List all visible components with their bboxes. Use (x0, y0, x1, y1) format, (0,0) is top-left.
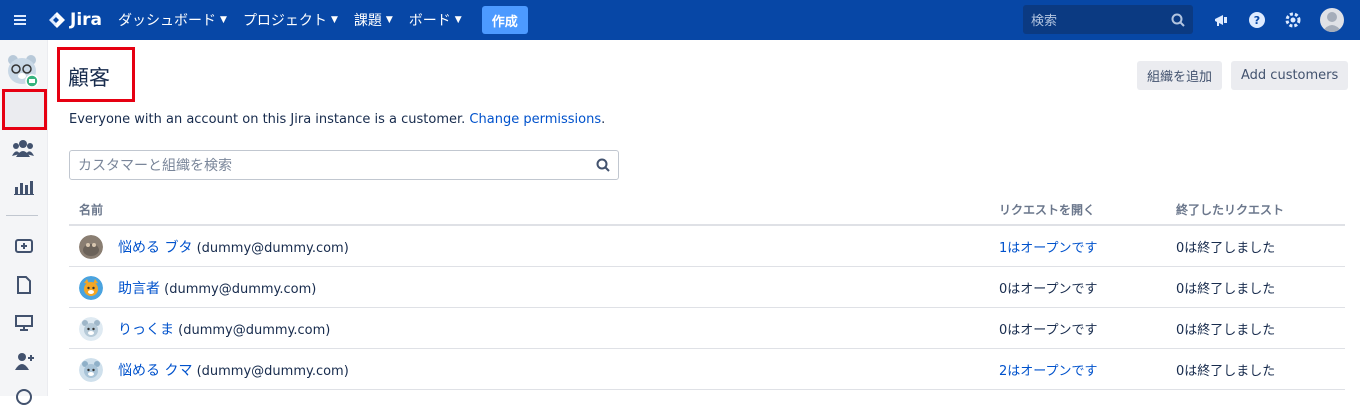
customer-avatar (79, 235, 103, 259)
table-header: 名前 リクエストを開く 終了したリクエスト (69, 198, 1345, 226)
nav-projects-label: プロジェクト (242, 13, 327, 29)
add-customers-button[interactable]: Add customers (1231, 61, 1349, 90)
column-open-requests[interactable]: リクエストを開く (999, 201, 1095, 218)
closed-requests-value: 0は終了しました (1176, 323, 1276, 338)
project-avatar-icon (8, 55, 39, 88)
table-row: 悩める ブタ (dummy@dummy.com) 1はオープンです 0は終了しま… (69, 226, 1345, 267)
jira-logo[interactable]: Jira (48, 10, 102, 30)
logo-text: Jira (70, 10, 103, 30)
info-message: Everyone with an account on this Jira in… (69, 112, 470, 127)
customers-icon[interactable] (8, 133, 38, 163)
reports-icon[interactable] (9, 172, 39, 202)
open-requests-link[interactable]: 1はオープンです (999, 237, 1098, 256)
closed-requests-value: 0は終了しました (1176, 364, 1276, 379)
svg-text:?: ? (1254, 14, 1260, 27)
customer-avatar (79, 276, 103, 300)
open-requests-value: 0はオープンです (999, 282, 1098, 297)
nav-boards[interactable]: ボード ▼ (409, 10, 462, 30)
nav-dashboards[interactable]: ダッシュボード ▼ (118, 10, 227, 30)
jira-logo-icon (49, 12, 65, 28)
change-permissions-link[interactable]: Change permissions (469, 112, 601, 127)
add-user-icon[interactable] (9, 346, 39, 376)
user-avatar[interactable] (1320, 8, 1344, 32)
megaphone-icon[interactable] (1211, 9, 1233, 31)
chevron-down-icon: ▼ (220, 15, 227, 25)
info-period: . (601, 112, 606, 127)
nav-dashboards-label: ダッシュボード (118, 13, 217, 29)
customer-search-input[interactable]: カスタマーと組織を検索 (69, 150, 619, 180)
create-button[interactable]: 作成 (481, 6, 528, 34)
customer-search-placeholder: カスタマーと組織を検索 (78, 158, 232, 174)
nav-issues[interactable]: 課題 ▼ (354, 10, 393, 30)
customer-avatar (79, 358, 103, 382)
customer-name-link[interactable]: 悩める ブタ (118, 240, 192, 256)
customer-avatar (79, 317, 103, 341)
project-avatar[interactable] (6, 53, 40, 89)
nav-projects[interactable]: プロジェクト ▼ (243, 10, 338, 30)
nav-boards-label: ボード (408, 13, 451, 29)
chevron-down-icon: ▼ (385, 15, 393, 25)
global-search-placeholder: 検索 (1031, 14, 1058, 29)
customer-name-link[interactable]: 悩める クマ (118, 363, 192, 379)
open-requests-value: 0はオープンです (999, 323, 1098, 338)
customer-name-cell: 助言者 (dummy@dummy.com) (118, 278, 316, 298)
add-organization-button[interactable]: 組織を追加 (1137, 61, 1223, 90)
search-icon (1171, 13, 1185, 27)
customer-email: (dummy@dummy.com) (160, 282, 317, 297)
search-icon (596, 158, 610, 172)
document-icon[interactable] (9, 270, 39, 300)
menu-icon[interactable] (0, 0, 40, 40)
customer-name-link[interactable]: りっくま (118, 322, 174, 338)
monitor-icon[interactable] (9, 308, 39, 338)
chevron-down-icon: ▼ (454, 15, 462, 25)
customer-email: (dummy@dummy.com) (192, 241, 349, 256)
sidebar-item-customers-highlight (2, 89, 47, 130)
add-item-icon[interactable] (9, 231, 39, 261)
table-row: りっくま (dummy@dummy.com) 0はオープンです 0は終了しました (69, 308, 1345, 349)
closed-requests-value: 0は終了しました (1176, 282, 1276, 297)
customer-email: (dummy@dummy.com) (192, 364, 349, 379)
clock-icon[interactable] (9, 382, 39, 412)
customer-name-cell: 悩める ブタ (dummy@dummy.com) (118, 237, 349, 257)
customer-name-cell: りっくま (dummy@dummy.com) (118, 319, 330, 339)
nav-issues-label: 課題 (353, 13, 382, 29)
closed-requests-value: 0は終了しました (1176, 241, 1276, 256)
gear-icon[interactable] (1282, 9, 1304, 31)
customer-name-cell: 悩める クマ (dummy@dummy.com) (118, 360, 349, 380)
chevron-down-icon: ▼ (330, 15, 338, 25)
table-row: 助言者 (dummy@dummy.com) 0はオープンです 0は終了しました (69, 267, 1345, 308)
help-icon[interactable]: ? (1246, 9, 1268, 31)
table-row: 悩める クマ (dummy@dummy.com) 2はオープンです 0は終了しま… (69, 349, 1345, 390)
page-title: 顧客 (68, 66, 110, 90)
global-search-input[interactable]: 検索 (1023, 5, 1193, 34)
open-requests-link[interactable]: 2はオープンです (999, 360, 1098, 379)
customer-name-link[interactable]: 助言者 (118, 281, 160, 297)
sidebar-divider (6, 215, 38, 216)
info-text: Everyone with an account on this Jira in… (69, 112, 605, 127)
column-closed-requests[interactable]: 終了したリクエスト (1176, 201, 1284, 218)
customer-email: (dummy@dummy.com) (174, 323, 331, 338)
column-name[interactable]: 名前 (79, 201, 103, 218)
